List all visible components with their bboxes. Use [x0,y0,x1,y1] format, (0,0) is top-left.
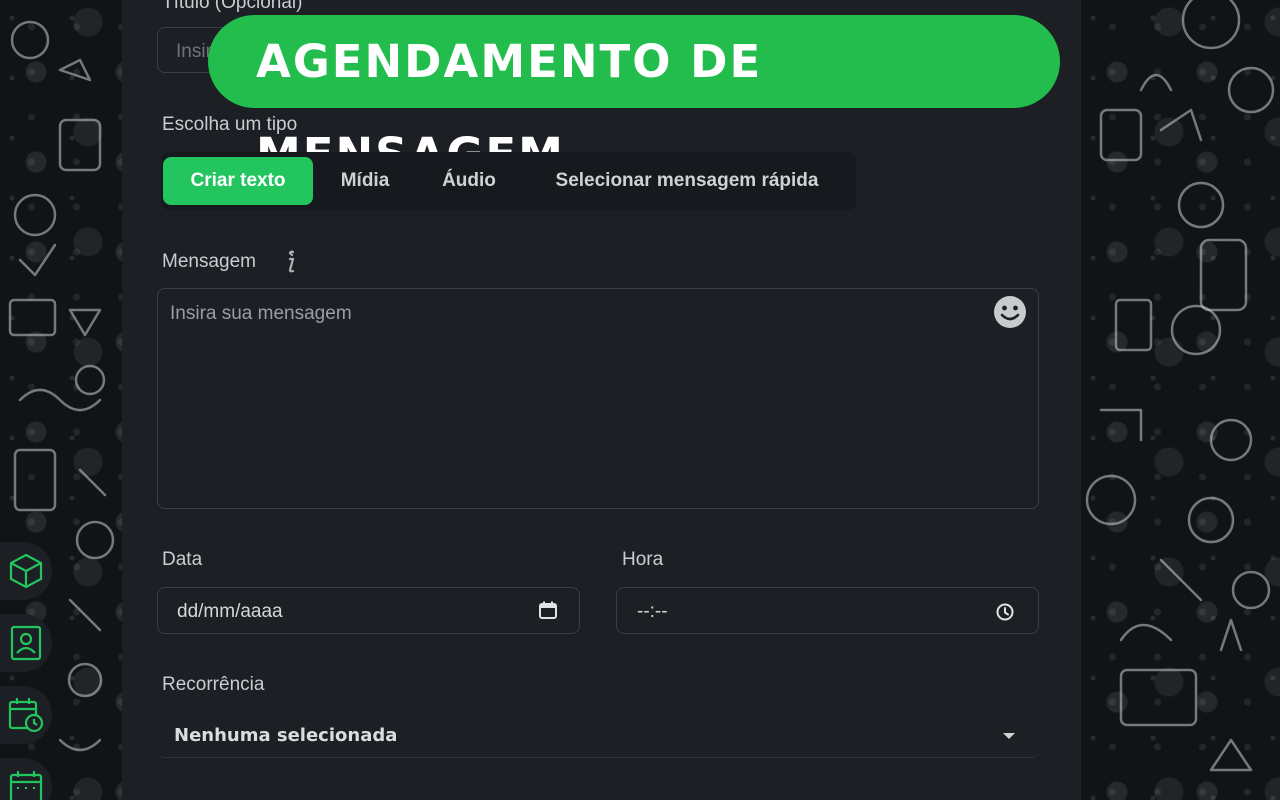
date-label: Data [162,549,203,570]
date-value: dd/mm/aaaa [177,601,283,622]
type-option-media[interactable]: Mídia [322,157,408,205]
caret-down-icon[interactable] [1002,731,1016,741]
cube-icon [9,553,43,589]
message-label: Mensagem [162,251,256,272]
page-banner: AGENDAMENTO DE MENSAGEM [208,15,1060,181]
message-placeholder: Insira sua mensagem [170,303,352,324]
calendar-icon[interactable] [538,600,558,620]
time-input[interactable]: --:-- [616,587,1039,634]
info-icon[interactable] [282,249,300,275]
title-field-label: Título (Opcional) [162,0,303,13]
date-input[interactable]: dd/mm/aaaa [157,587,580,634]
type-option-create-text[interactable]: Criar texto [163,157,313,205]
emoji-icon[interactable] [992,294,1028,330]
recurrence-select[interactable]: Nenhuma selecionada [157,714,1039,758]
type-option-quick-message[interactable]: Selecionar mensagem rápida [532,157,842,205]
type-option-audio[interactable]: Áudio [424,157,514,205]
contact-card-icon [10,625,42,661]
recurrence-label: Recorrência [162,674,265,695]
doodle-pattern-right [1085,0,1275,772]
message-textarea[interactable]: Insira sua mensagem [157,288,1039,509]
time-label: Hora [622,549,664,570]
clock-icon[interactable] [995,602,1015,622]
recurrence-value: Nenhuma selecionada [174,725,398,746]
type-section-label: Escolha um tipo [162,114,298,135]
calendar-clock-icon [8,698,44,733]
doodle-background-right [1081,0,1280,800]
doodle-background-left [0,0,122,800]
time-value: --:-- [637,601,668,622]
calendar-grid-icon [9,771,43,800]
doodle-pattern-left [8,20,115,752]
